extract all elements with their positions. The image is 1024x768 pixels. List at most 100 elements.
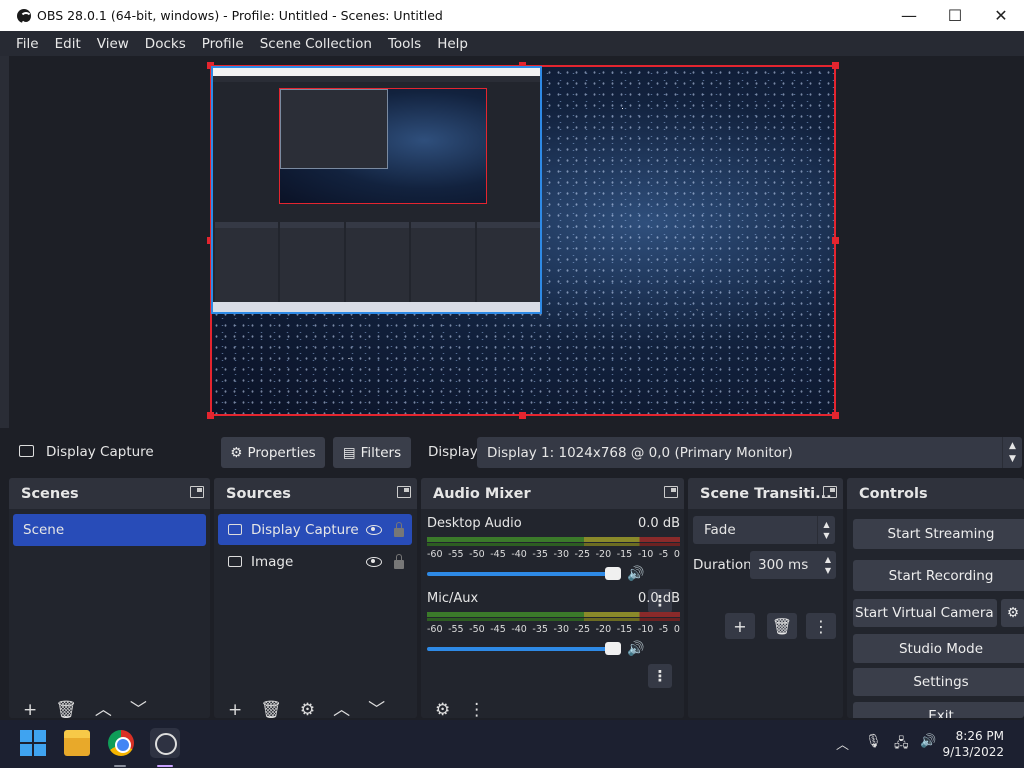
scenes-title: Scenes (21, 485, 79, 502)
source-item-image[interactable]: Image (218, 546, 412, 577)
scenes-toolbar: + 🗑 ︿ ﹀ (9, 702, 210, 719)
microphone-icon[interactable]: 🎙 (865, 734, 882, 749)
left-dock-edge (0, 56, 9, 428)
move-down-icon[interactable]: ﹀ (130, 702, 147, 719)
select-arrows-icon: ▲ ▼ (817, 516, 835, 544)
virtual-camera-settings-button[interactable]: ⚙ (1001, 599, 1024, 627)
controls-dock: Controls Start Streaming Start Recording… (847, 478, 1024, 718)
gear-icon[interactable]: ⚙ (300, 702, 315, 719)
minimize-button[interactable]: — (886, 0, 932, 31)
add-transition-button[interactable]: + (725, 613, 755, 639)
maximize-button[interactable]: ☐ (932, 0, 978, 31)
add-icon[interactable]: + (23, 702, 37, 719)
volume-icon[interactable]: 🔊 (920, 734, 936, 749)
menu-edit[interactable]: Edit (47, 36, 89, 52)
source-item-display-capture[interactable]: Display Capture (218, 514, 412, 545)
menu-tools[interactable]: Tools (380, 36, 429, 52)
window-title: OBS 28.0.1 (64-bit, windows) - Profile: … (37, 8, 443, 23)
menu-view[interactable]: View (89, 36, 137, 52)
channel-menu-button[interactable]: ⋮ (648, 664, 672, 688)
network-icon[interactable]: 🖧 (894, 734, 909, 756)
scene-item[interactable]: Scene (13, 514, 206, 546)
gear-icon[interactable]: ⚙ (435, 702, 450, 719)
resize-handle-bl[interactable] (207, 412, 214, 419)
sources-title: Sources (226, 485, 291, 502)
trash-icon[interactable]: 🗑 (55, 702, 77, 719)
add-icon[interactable]: + (228, 702, 242, 719)
more-icon[interactable]: ⋮ (468, 702, 485, 719)
nested-obs-window (280, 89, 388, 169)
menu-help[interactable]: Help (429, 36, 476, 52)
scene-transitions-dock: Scene Transiti... Fade ▲ ▼ Duration 300 m… (688, 478, 843, 718)
resize-handle-tr[interactable] (832, 62, 839, 69)
channel-level: 0.0 dB (638, 591, 680, 606)
windows-taskbar: ︿ 🎙 🖧 🔊 8:26 PM 9/13/2022 (0, 720, 1024, 768)
system-clock[interactable]: 8:26 PM 9/13/2022 (942, 728, 1004, 760)
title-bar: OBS 28.0.1 (64-bit, windows) - Profile: … (0, 0, 1024, 31)
transition-menu-button[interactable]: ⋮ (806, 613, 836, 639)
duration-field[interactable]: 300 ms ▲ ▼ (750, 551, 836, 579)
properties-button[interactable]: ⚙ Properties (221, 437, 325, 468)
lock-icon[interactable] (394, 521, 404, 537)
mixer-channel-mic-aux: Mic/Aux 0.0 dB -60 -55 -50 -45 -40 -35 -30 -25-… (427, 591, 680, 657)
duration-label: Duration (693, 557, 752, 573)
monitor-icon (228, 524, 242, 535)
chrome-icon[interactable] (108, 730, 134, 756)
spin-arrows-icon[interactable]: ▲ ▼ (820, 551, 836, 579)
resize-handle-bc[interactable] (519, 412, 526, 419)
eye-icon[interactable] (366, 524, 382, 535)
undock-icon[interactable] (190, 486, 204, 498)
filters-button[interactable]: ▤ Filters (333, 437, 411, 468)
display-select[interactable]: Display 1: 1024x768 @ 0,0 (Primary Monit… (477, 437, 1022, 468)
mixer-channel-desktop-audio: Desktop Audio 0.0 dB -60 -55 -50 -45 -40 -35-… (427, 516, 680, 582)
remove-transition-button[interactable]: 🗑 (767, 613, 797, 639)
slider-knob[interactable] (605, 567, 621, 580)
slider-knob[interactable] (605, 642, 621, 655)
transitions-title: Scene Transiti... (700, 485, 832, 502)
undock-icon[interactable] (397, 486, 411, 498)
move-down-icon[interactable]: ﹀ (368, 702, 385, 719)
volume-slider[interactable] (427, 642, 621, 655)
menu-scene-collection[interactable]: Scene Collection (252, 36, 380, 52)
move-up-icon[interactable]: ︿ (95, 702, 112, 719)
resize-handle-br[interactable] (832, 412, 839, 419)
meter-scale: -60 -55 -50 -45 -40 -35 -30 -25 -20 -15 -10 -5 0 (427, 624, 680, 635)
start-recording-button[interactable]: Start Recording (853, 560, 1024, 591)
speaker-icon[interactable]: 🔊 (627, 566, 644, 582)
gear-icon: ⚙ (230, 444, 243, 461)
volume-meter (427, 612, 680, 617)
close-button[interactable]: ✕ (978, 0, 1024, 31)
studio-mode-button[interactable]: Studio Mode (853, 634, 1024, 663)
menu-bar: File Edit View Docks Profile Scene Colle… (0, 31, 1024, 56)
move-up-icon[interactable]: ︿ (333, 702, 350, 719)
trash-icon[interactable]: 🗑 (260, 702, 282, 719)
display-label: Display (428, 444, 478, 460)
menu-profile[interactable]: Profile (194, 36, 252, 52)
undock-icon[interactable] (823, 486, 837, 498)
start-streaming-button[interactable]: Start Streaming (853, 519, 1024, 549)
obs-taskbar-icon[interactable] (150, 728, 180, 758)
settings-button[interactable]: Settings (853, 668, 1024, 696)
nested-docks (215, 222, 541, 304)
monitor-icon (19, 445, 34, 457)
exit-button[interactable]: Exit (853, 702, 1024, 718)
chevron-up-icon[interactable]: ︿ (836, 734, 849, 753)
volume-slider[interactable] (427, 567, 621, 580)
windows-start-icon[interactable] (20, 730, 46, 756)
menu-file[interactable]: File (8, 36, 47, 52)
controls-title: Controls (859, 485, 928, 502)
menu-docks[interactable]: Docks (137, 36, 194, 52)
eye-icon[interactable] (366, 556, 382, 567)
resize-handle-mr[interactable] (832, 237, 839, 244)
volume-meter (427, 537, 680, 542)
undock-icon[interactable] (664, 486, 678, 498)
channel-name: Mic/Aux (427, 591, 479, 606)
transition-select[interactable]: Fade ▲ ▼ (693, 516, 835, 544)
spin-arrows-icon[interactable]: ▲ ▼ (1002, 437, 1022, 468)
start-virtual-camera-button[interactable]: Start Virtual Camera (853, 599, 997, 627)
image-icon (228, 556, 242, 567)
file-explorer-icon[interactable] (64, 730, 90, 756)
speaker-icon[interactable]: 🔊 (627, 641, 644, 657)
lock-icon[interactable] (394, 553, 404, 569)
sources-toolbar: + 🗑 ⚙ ︿ ﹀ (214, 702, 417, 719)
